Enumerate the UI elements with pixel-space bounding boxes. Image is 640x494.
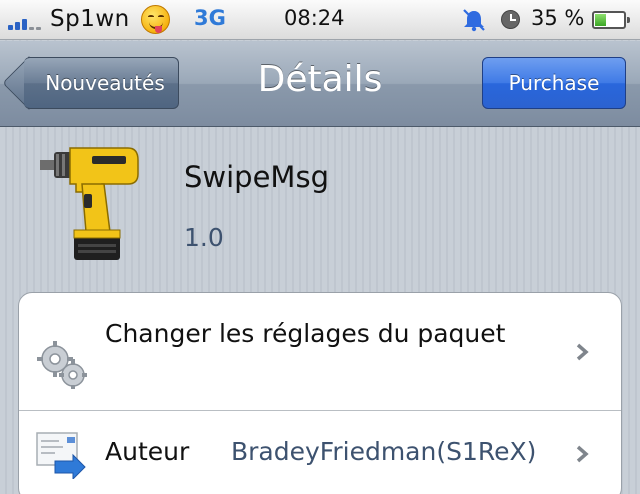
- change-settings-label: Changer les réglages du paquet: [105, 319, 506, 348]
- clock-icon: [501, 10, 520, 29]
- author-label: Auteur: [105, 437, 190, 466]
- chevron-right-icon: [576, 343, 589, 361]
- author-row[interactable]: Auteur BradeyFriedman(S1ReX): [19, 411, 621, 494]
- battery-icon: [592, 11, 630, 29]
- change-settings-row[interactable]: Changer les réglages du paquet: [19, 293, 621, 411]
- chevron-right-icon: [576, 445, 589, 463]
- package-options-group: Changer les réglages du paquet Auteur Br…: [18, 292, 622, 494]
- signal-bars-icon: [8, 12, 48, 30]
- gears-icon: [37, 341, 87, 389]
- back-button[interactable]: Nouveautés: [24, 57, 179, 109]
- carrier-name: Sp1wn: [50, 6, 130, 32]
- status-time: 08:24: [284, 6, 345, 30]
- page-title: Détails: [257, 59, 383, 100]
- drill-icon: [40, 147, 139, 260]
- package-version: 1.0: [184, 223, 224, 252]
- author-name: BradeyFriedman(S1ReX): [231, 437, 537, 466]
- purchase-button[interactable]: Purchase: [482, 57, 626, 109]
- navigation-bar: Nouveautés Détails Purchase: [0, 41, 640, 127]
- network-type: 3G: [194, 6, 226, 30]
- battery-percentage: 35 %: [531, 6, 585, 30]
- status-bar: Sp1wn 3G 08:24 35 %: [0, 0, 640, 40]
- tongue-face-emoji-icon: [141, 5, 170, 34]
- notification-off-icon: [463, 9, 485, 32]
- document-arrow-icon: [36, 432, 86, 479]
- package-name: SwipeMsg: [184, 160, 329, 194]
